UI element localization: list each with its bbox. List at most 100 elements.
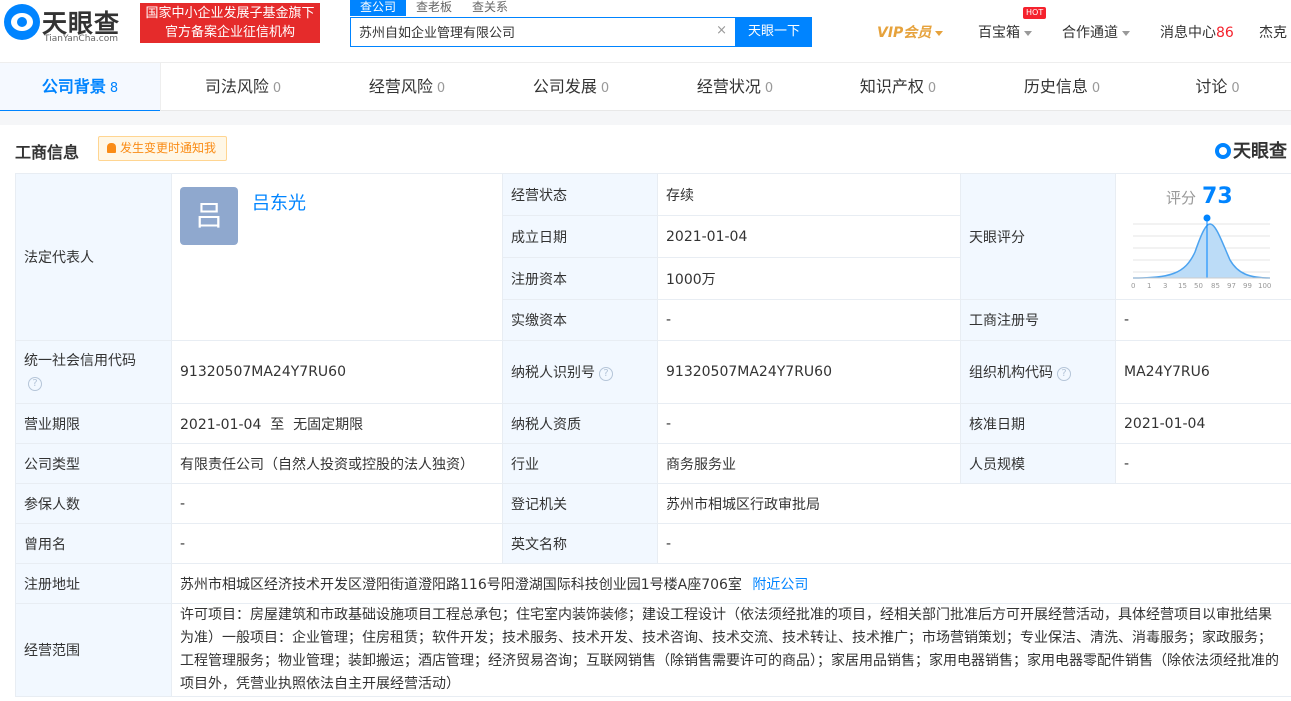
tab-company-background[interactable]: 公司背景 8 <box>0 63 160 112</box>
scope-value: 许可项目：房屋建筑和市政基础设施项目工程总承包；住宅室内装饰装修；建设工程设计（… <box>171 603 1291 697</box>
former-name-label: 曾用名 <box>15 523 172 564</box>
score-tick: 100 <box>1258 282 1271 290</box>
tab-count: 0 <box>436 81 446 96</box>
help-icon[interactable]: ? <box>599 367 613 381</box>
former-name-value: - <box>171 523 503 564</box>
score-tick: 1 <box>1147 282 1151 290</box>
notify-label: 发生变更时通知我 <box>120 141 217 155</box>
score-tick: 0 <box>1131 282 1135 290</box>
reg-capital-label: 注册资本 <box>502 257 658 300</box>
search-tab-relation[interactable]: 查关系 <box>462 0 518 16</box>
tab-count: 0 <box>1231 81 1240 96</box>
notify-change-button[interactable]: 发生变更时通知我 <box>98 136 228 161</box>
message-label: 消息中心 <box>1160 25 1216 41</box>
tab-discussion[interactable]: 讨论 0 <box>1144 63 1291 111</box>
vip-label: VIP会员 <box>877 25 932 41</box>
help-icon[interactable]: ? <box>28 377 42 391</box>
tab-business-risk[interactable]: 经营风险 0 <box>325 63 489 111</box>
brand-watermark-text: 天眼查 <box>1233 141 1287 162</box>
location-pin-icon <box>1203 214 1211 222</box>
chevron-down-icon <box>935 30 944 36</box>
company-type-value: 有限责任公司（自然人投资或控股的法人独资） <box>171 443 503 484</box>
org-code-label: 组织机构代码 <box>969 365 1053 381</box>
business-info-table: 法定代表人 吕吕东光 经营状态 存续 天眼评分 评分 73 0 1 3 15 5… <box>15 173 1291 697</box>
tab-count: 0 <box>600 81 610 96</box>
established-value: 2021-01-04 <box>657 215 961 258</box>
logo-eye-icon <box>1215 143 1231 159</box>
search-tab-company[interactable]: 查公司 <box>350 0 407 16</box>
tab-label: 公司发展 <box>532 77 597 96</box>
term-label: 营业期限 <box>15 403 172 444</box>
score-caption: 评分 <box>1166 189 1197 207</box>
paid-capital-label: 实缴资本 <box>502 299 658 341</box>
status-label: 经营状态 <box>502 173 658 216</box>
tab-development[interactable]: 公司发展 0 <box>489 63 653 111</box>
address-label: 注册地址 <box>15 563 172 604</box>
approve-date-value: 2021-01-04 <box>1115 403 1291 444</box>
reg-no-value: - <box>1115 299 1291 341</box>
clear-icon[interactable]: × <box>716 23 727 38</box>
reg-capital-value: 1000万 <box>657 257 961 300</box>
taxpayer-id-label-cell: 纳税人识别号? <box>502 340 658 404</box>
legal-rep-link[interactable]: 吕东光 <box>252 193 306 214</box>
user-menu[interactable]: 杰克 <box>1259 22 1287 42</box>
staff-size-label: 人员规模 <box>960 443 1116 484</box>
english-name-label: 英文名称 <box>502 523 658 564</box>
org-code-value: MA24Y7RU6 <box>1115 340 1291 404</box>
credit-code-value: 91320507MA24Y7RU60 <box>171 340 503 404</box>
score-tick: 99 <box>1243 282 1252 290</box>
chevron-down-icon <box>1122 30 1130 36</box>
slogan-banner: 国家中小企业发展子基金旗下 官方备案企业征信机构 <box>140 3 320 43</box>
tab-count: 8 <box>109 81 119 96</box>
tab-label: 司法风险 <box>204 77 269 96</box>
score-text: 评分 73 <box>1166 184 1233 209</box>
legal-rep-cell: 吕吕东光 <box>171 173 503 341</box>
score-chart-cell[interactable]: 评分 73 0 1 3 15 50 85 97 99 100 <box>1115 173 1291 300</box>
address-value: 苏州市相城区经济技术开发区澄阳街道澄阳路116号阳澄湖国际科技创业园1号楼A座7… <box>180 576 742 593</box>
tab-operation[interactable]: 经营状况 0 <box>653 63 817 111</box>
approve-date-label: 核准日期 <box>960 403 1116 444</box>
message-center[interactable]: 消息中心86 <box>1160 22 1234 42</box>
industry-label: 行业 <box>502 443 658 484</box>
tab-count: 0 <box>272 81 282 96</box>
search-tab-boss[interactable]: 查老板 <box>406 0 462 16</box>
score-tick: 3 <box>1163 282 1167 290</box>
tab-judicial-risk[interactable]: 司法风险 0 <box>161 63 325 111</box>
credit-code-label-cell: 统一社会信用代码? <box>15 340 172 404</box>
english-name-value: - <box>657 523 1291 564</box>
slogan-line-2: 官方备案企业征信机构 <box>164 25 295 40</box>
staff-size-value: - <box>1115 443 1291 484</box>
tab-label: 公司背景 <box>41 77 106 96</box>
score-tick: 85 <box>1211 282 1220 290</box>
search-type-tabs: 查公司 查老板 查关系 <box>350 0 518 16</box>
score-tick: 97 <box>1227 282 1236 290</box>
section-title: 工商信息 <box>15 143 80 162</box>
help-icon[interactable]: ? <box>1057 367 1071 381</box>
score-label: 天眼评分 <box>960 173 1116 300</box>
status-value: 存续 <box>657 173 961 216</box>
search-button[interactable]: 天眼一下 <box>736 17 812 47</box>
tab-label: 讨论 <box>1195 77 1228 96</box>
tab-label: 经营状况 <box>696 77 761 96</box>
nearby-companies-link[interactable]: 附近公司 <box>752 577 808 593</box>
search-input[interactable] <box>359 24 699 39</box>
treasure-menu[interactable]: 百宝箱 <box>978 22 1032 42</box>
taxpayer-id-value: 91320507MA24Y7RU60 <box>657 340 961 404</box>
tab-label: 经营风险 <box>368 77 433 96</box>
tab-history[interactable]: 历史信息 0 <box>980 63 1144 111</box>
brand-watermark: 天眼查 <box>1215 137 1287 163</box>
score-tick: 50 <box>1194 282 1203 290</box>
scope-label: 经营范围 <box>15 603 172 697</box>
logo[interactable]: 天眼查 TianYanCha.com <box>4 4 132 44</box>
spacer <box>0 111 1291 125</box>
score-distribution-chart: 0 1 3 15 50 85 97 99 100 <box>1131 214 1271 290</box>
tab-count: 0 <box>927 81 937 96</box>
reg-authority-value: 苏州市相城区行政审批局 <box>657 483 1291 524</box>
tab-ip[interactable]: 知识产权 0 <box>816 63 980 111</box>
treasure-label: 百宝箱 <box>978 25 1020 41</box>
cooperate-menu[interactable]: 合作通道 <box>1062 22 1130 42</box>
logo-domain: TianYanCha.com <box>44 34 119 44</box>
vip-menu[interactable]: VIP会员 <box>877 22 944 42</box>
industry-value: 商务服务业 <box>657 443 961 484</box>
section-header: 工商信息 发生变更时通知我 天眼查 <box>0 125 1291 173</box>
